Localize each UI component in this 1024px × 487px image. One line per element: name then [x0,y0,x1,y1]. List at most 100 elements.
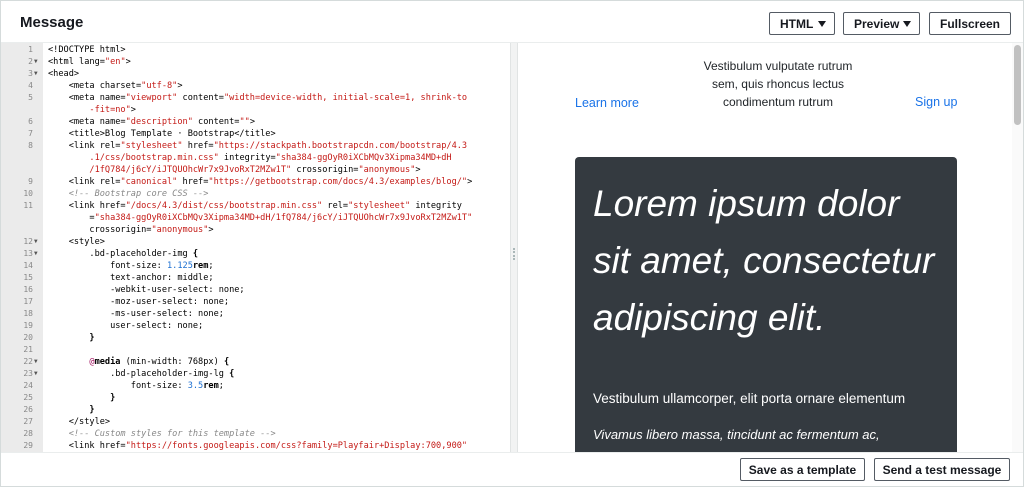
code-token: crossorigin= [291,165,359,175]
code-line[interactable]: 10 <!-- Bootstrap core CSS --> [1,188,510,200]
code-token: <!-- Custom styles for this template --> [48,429,276,439]
code-token: text-anchor: middle; [48,273,214,283]
code-line[interactable]: 2 ▼ <html lang="en"> [1,56,510,68]
code-text: <title>Blog Template · Bootstrap</title> [48,128,276,140]
code-token: -ms-user-select: none; [48,309,224,319]
code-text: <meta charset="utf-8"> [48,80,183,92]
code-text: user-select: none; [48,320,203,332]
send-test-message-button[interactable]: Send a test message [874,458,1010,481]
code-text: <!DOCTYPE html> [48,44,126,56]
code-line[interactable]: 9 <link rel="canonical" href="https://ge… [1,176,510,188]
code-token: href= [177,177,209,187]
fullscreen-button[interactable]: Fullscreen [929,12,1011,35]
code-line[interactable]: /1fQ784/j6cY/iJTQUOhcWr7x9JvoRxT2MZw1T" … [1,164,510,176]
code-token: <meta name= [48,117,126,127]
code-line[interactable]: 6 <meta name="description" content=""> [1,116,510,128]
code-line[interactable]: 17 -moz-user-select: none; [1,296,510,308]
code-line[interactable]: 22 ▼ @media (min-width: 768px) { [1,356,510,368]
code-line[interactable]: 25 } [1,392,510,404]
code-line[interactable]: crossorigin="anonymous"> [1,224,510,236]
code-line[interactable]: 24 font-size: 3.5rem; [1,380,510,392]
code-token: <link href= [48,441,126,451]
code-token: 1.125 [167,261,193,271]
fold-arrow-icon[interactable]: ▼ [34,236,38,248]
code-line[interactable]: 23 ▼ .bd-placeholder-img-lg { [1,368,510,380]
code-line[interactable]: 14 font-size: 1.125rem; [1,260,510,272]
fold-arrow-icon[interactable]: ▼ [34,356,38,368]
code-line[interactable]: 4 <meta charset="utf-8"> [1,80,510,92]
code-text: } [48,392,115,404]
code-token: > [125,57,131,67]
code-line[interactable]: .1/css/bootstrap.min.css" integrity="sha… [1,152,510,164]
line-number: 10 [23,189,33,198]
code-line[interactable]: 21 [1,344,510,356]
code-text: .1/css/bootstrap.min.css" integrity="sha… [48,152,451,164]
view-select-label: Preview [854,16,900,31]
fold-arrow-icon[interactable]: ▼ [34,68,38,80]
code-token: "width=device-width, initial-scale=1, sh… [223,93,468,103]
code-line[interactable]: 3 ▼ <head> [1,68,510,80]
fold-arrow-icon[interactable]: ▼ [34,56,38,68]
code-line[interactable]: 12 ▼ <style> [1,236,510,248]
view-select[interactable]: Preview [843,12,920,35]
split-handle[interactable] [510,43,518,453]
code-token: rem [203,381,219,391]
line-number: 5 [28,93,33,102]
code-token: -moz-user-select: none; [48,297,230,307]
code-token: media [94,357,121,367]
fold-arrow-icon[interactable]: ▼ [34,368,38,380]
line-number: 27 [23,417,33,426]
code-token: { [229,369,235,379]
jumbotron-lead: Vestibulum ullamcorper, elit porta ornar… [593,391,906,406]
code-token: } [48,405,95,415]
code-token: <link rel= [48,177,121,187]
code-text: <head> [48,68,79,80]
preview-scrollbar[interactable] [1012,43,1023,453]
save-as-template-button[interactable]: Save as a template [740,458,865,481]
code-token: <head> [48,69,80,79]
code-line[interactable]: 20 } [1,332,510,344]
code-token: <link href= [48,201,126,211]
code-line[interactable]: 29 <link href="https://fonts.googleapis.… [1,440,510,452]
code-token: 3.5 [187,381,204,391]
code-line[interactable]: 8 <link rel="stylesheet" href="https://s… [1,140,510,152]
editor-preview-area: 1 <!DOCTYPE html> 2 ▼ <html lang="en"> 3 ▼ <hea… [1,42,1023,453]
scrollbar-thumb[interactable] [1014,45,1021,125]
code-text: <!-- Custom styles for this template --> [48,428,276,440]
code-line[interactable]: 28 <!-- Custom styles for this template … [1,428,510,440]
code-line[interactable]: 5 <meta name="viewport" content="width=d… [1,92,510,104]
code-text: -ms-user-select: none; [48,308,224,320]
code-text: @media (min-width: 768px) { [48,356,229,368]
line-number: 6 [28,117,33,126]
code-line[interactable]: -fit=no"> [1,104,510,116]
line-number: 25 [23,393,33,402]
code-line[interactable]: 19 user-select: none; [1,320,510,332]
code-text: -fit=no"> [48,104,136,116]
format-select[interactable]: HTML [769,12,835,35]
code-line[interactable]: 26 } [1,404,510,416]
code-editor[interactable]: 1 <!DOCTYPE html> 2 ▼ <html lang="en"> 3 ▼ <hea… [1,43,510,453]
line-number: 18 [23,309,33,318]
code-token: > [467,177,473,187]
sign-up-link[interactable]: Sign up [915,95,957,109]
code-line[interactable]: 1 <!DOCTYPE html> [1,44,510,56]
code-line[interactable]: 7 <title>Blog Template · Bootstrap</titl… [1,128,510,140]
code-line[interactable]: 13 ▼ .bd-placeholder-img { [1,248,510,260]
code-token: > [130,105,136,115]
learn-more-link[interactable]: Learn more [575,96,639,110]
code-line[interactable]: 11 <link href="/docs/4.3/dist/css/bootst… [1,200,510,212]
code-token: content= [192,117,240,127]
code-lines[interactable]: 1 <!DOCTYPE html> 2 ▼ <html lang="en"> 3 ▼ <hea… [1,44,510,452]
line-number: 24 [23,381,33,390]
code-token: "anonymous" [151,225,209,235]
code-line[interactable]: 15 text-anchor: middle; [1,272,510,284]
code-line[interactable]: ="sha384-ggOyR0iXCbMQv3Xipma34MD+dH/1fQ7… [1,212,510,224]
code-text: ="sha384-ggOyR0iXCbMQv3Xipma34MD+dH/1fQ7… [48,212,472,224]
fold-arrow-icon[interactable]: ▼ [34,248,38,260]
code-token: integrity= [218,153,276,163]
code-token: "canonical" [120,177,178,187]
code-line[interactable]: 27 </style> [1,416,510,428]
code-line[interactable]: 16 -webkit-user-select: none; [1,284,510,296]
code-line[interactable]: 18 -ms-user-select: none; [1,308,510,320]
line-number: 11 [23,201,33,210]
